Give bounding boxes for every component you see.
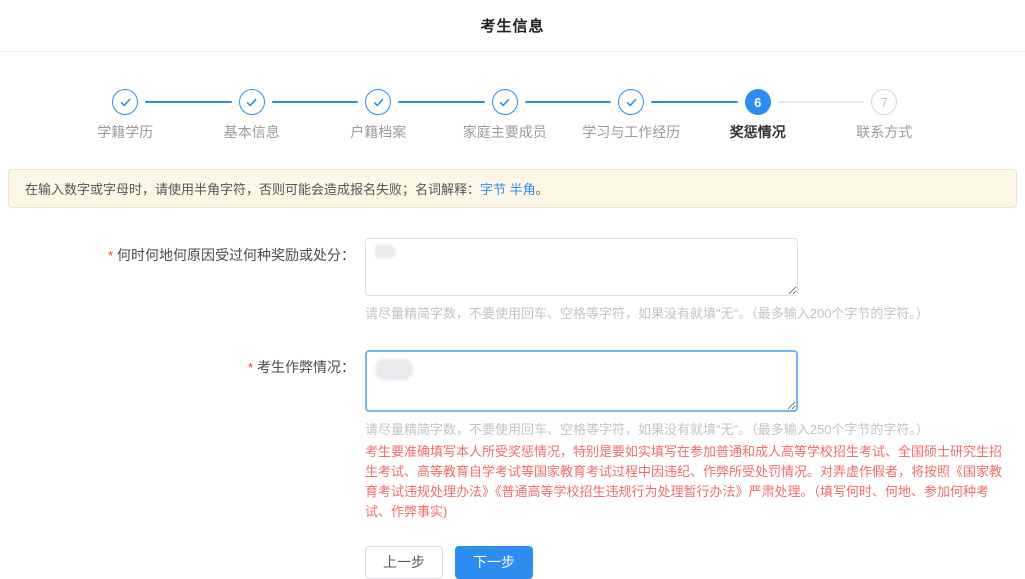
step-number: 7 bbox=[881, 96, 888, 109]
step-label: 奖惩情况 bbox=[695, 122, 822, 142]
halfwidth-notice-banner: 在输入数字或字母时，请使用半角字符，否则可能会造成报名失败；名词解释：字节 半角… bbox=[8, 169, 1017, 208]
page-title: 考生信息 bbox=[480, 15, 544, 36]
step-completed-circle bbox=[239, 89, 265, 115]
step-study-work-experience: 学习与工作经历 bbox=[568, 89, 695, 142]
step-label: 学习与工作经历 bbox=[568, 122, 695, 142]
check-icon bbox=[625, 96, 638, 109]
step-label: 户籍档案 bbox=[315, 122, 442, 142]
step-label: 家庭主要成员 bbox=[442, 122, 569, 142]
step-pending-circle: 7 bbox=[871, 89, 897, 115]
step-rewards-punishments: 6 奖惩情况 bbox=[695, 89, 822, 142]
check-icon bbox=[245, 96, 258, 109]
step-completed-circle bbox=[492, 89, 518, 115]
byte-glossary-link[interactable]: 字节 bbox=[480, 182, 506, 197]
candidate-info-form: * 何时何地何原因受过何种奖励或处分： 请尽量精简字数，不要使用回车、空格等字符，… bbox=[0, 238, 1025, 579]
notice-suffix: 。 bbox=[536, 182, 549, 197]
cheating-record-warning: 考生要准确填写本人所受奖惩情况，特别是要如实填写在参加普通和成人高等学校招生考试… bbox=[365, 442, 1005, 522]
step-completed-circle bbox=[618, 89, 644, 115]
label-text: 考生作弊情况： bbox=[257, 359, 355, 375]
rewards-punishments-textarea[interactable] bbox=[365, 238, 798, 296]
rewards-punishments-hint: 请尽量精简字数，不要使用回车、空格等字符，如果没有就填"无"。（最多输入200个… bbox=[365, 303, 1013, 322]
step-number: 6 bbox=[754, 96, 761, 109]
step-label: 联系方式 bbox=[821, 122, 948, 142]
textarea-wrapper bbox=[365, 350, 798, 412]
step-label: 学籍学历 bbox=[62, 122, 189, 142]
required-asterisk: * bbox=[248, 360, 253, 375]
step-education-record: 学籍学历 bbox=[62, 89, 189, 142]
cheating-record-textarea[interactable] bbox=[365, 350, 798, 412]
step-label: 基本信息 bbox=[189, 122, 316, 142]
step-active-circle: 6 bbox=[745, 89, 771, 115]
check-icon bbox=[119, 96, 132, 109]
step-contact-info: 7 联系方式 bbox=[821, 89, 948, 142]
page-header: 考生信息 bbox=[0, 0, 1025, 52]
cheating-record-label: * 考生作弊情况： bbox=[0, 350, 355, 377]
textarea-wrapper bbox=[365, 238, 798, 296]
step-basic-info: 基本信息 bbox=[189, 89, 316, 142]
notice-text: 在输入数字或字母时，请使用半角字符，否则可能会造成报名失败；名词解释： bbox=[25, 182, 480, 197]
halfwidth-glossary-link[interactable]: 半角 bbox=[510, 182, 536, 197]
form-actions: 上一步 下一步 bbox=[365, 546, 1025, 579]
rewards-punishments-control: 请尽量精简字数，不要使用回车、空格等字符，如果没有就填"无"。（最多输入200个… bbox=[365, 238, 1013, 322]
cheating-record-control: 请尽量精简字数，不要使用回车、空格等字符，如果没有就填"无"。（最多输入250个… bbox=[365, 350, 1013, 522]
next-step-button[interactable]: 下一步 bbox=[455, 546, 533, 579]
cheating-record-hint: 请尽量精简字数，不要使用回车、空格等字符，如果没有就填"无"。（最多输入250个… bbox=[365, 419, 1013, 438]
cheating-record-row: * 考生作弊情况： 请尽量精简字数，不要使用回车、空格等字符，如果没有就填"无"。… bbox=[0, 350, 1025, 522]
step-completed-circle bbox=[112, 89, 138, 115]
rewards-punishments-row: * 何时何地何原因受过何种奖励或处分： 请尽量精简字数，不要使用回车、空格等字符，… bbox=[0, 238, 1025, 322]
rewards-punishments-label: * 何时何地何原因受过何种奖励或处分： bbox=[0, 238, 355, 265]
step-wizard: 学籍学历 基本信息 户籍档案 家庭主要成员 学习与工作经历 6 奖惩情况 bbox=[0, 52, 1025, 142]
step-family-members: 家庭主要成员 bbox=[442, 89, 569, 142]
step-household-file: 户籍档案 bbox=[315, 89, 442, 142]
check-icon bbox=[498, 96, 511, 109]
check-icon bbox=[372, 96, 385, 109]
label-text: 何时何地何原因受过何种奖励或处分： bbox=[117, 247, 355, 263]
prev-step-button[interactable]: 上一步 bbox=[365, 546, 443, 579]
step-completed-circle bbox=[365, 89, 391, 115]
required-asterisk: * bbox=[108, 248, 113, 263]
